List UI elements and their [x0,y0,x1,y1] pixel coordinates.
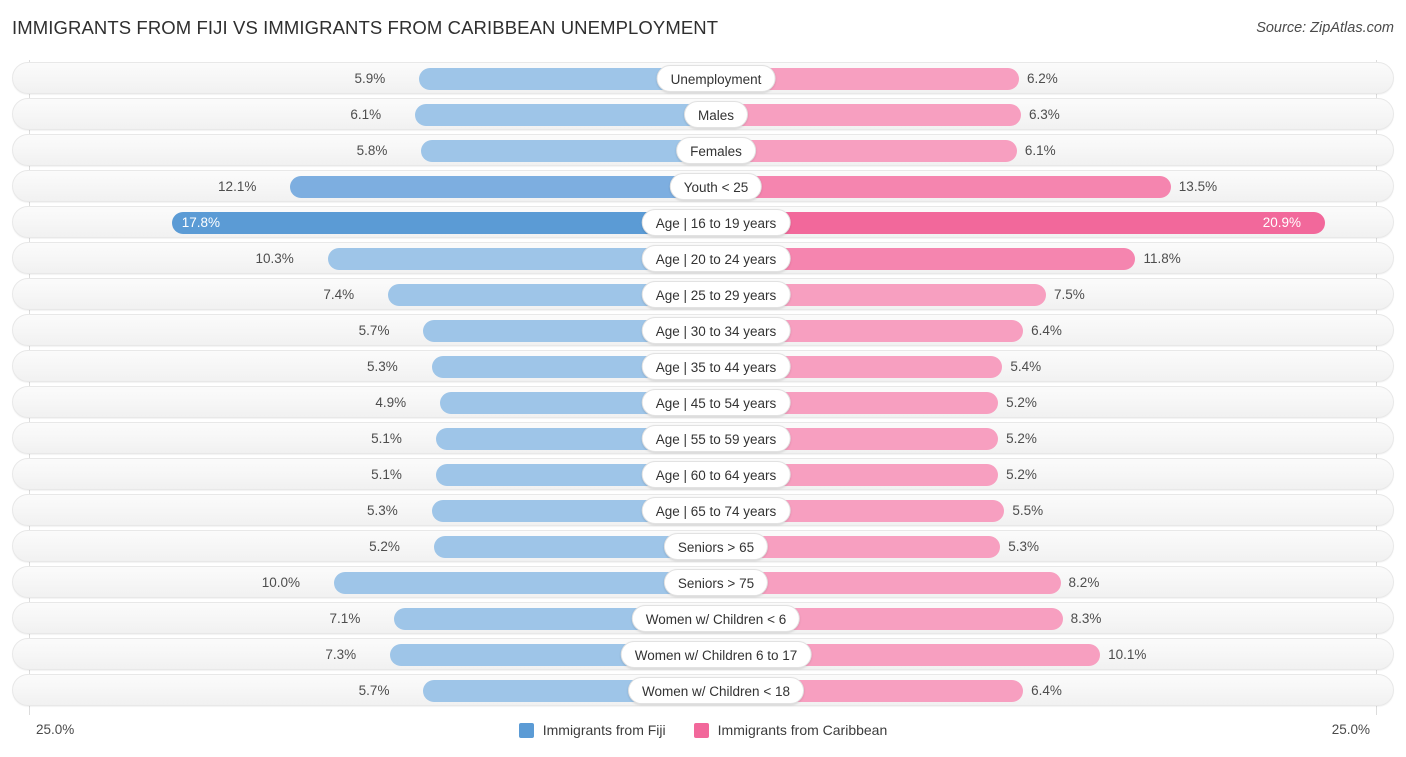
value-label-right: 11.8% [1143,251,1181,266]
value-label-left: 17.8% [181,215,221,230]
category-label-pill: Age | 55 to 59 years [641,425,791,452]
category-label-pill: Age | 65 to 74 years [641,497,791,524]
legend-label: Immigrants from Fiji [542,722,666,738]
category-label-pill: Age | 60 to 64 years [641,461,791,488]
value-label-right: 5.2% [1006,395,1037,410]
value-label-right: 5.2% [1006,431,1037,446]
bar-right-caribbean [728,572,1061,594]
bar-right-caribbean [728,176,1171,198]
bar-left-fiji [334,572,704,594]
source-attribution: Source: ZipAtlas.com [1256,20,1394,36]
category-label-pill: Age | 20 to 24 years [641,245,791,272]
value-label-left: 5.7% [358,683,390,698]
table-row: 7.4% 7.5% Age | 25 to 29 years [12,278,1394,310]
category-label-pill: Women w/ Children 6 to 17 [620,641,812,668]
table-row: 5.2% 5.3% Seniors > 65 [12,530,1394,562]
category-label-pill: Age | 16 to 19 years [641,209,791,236]
legend-label: Immigrants from Caribbean [717,722,888,738]
diverging-bar-chart: 5.9% 6.2% Unemployment 6.1% 6.3% Males 5.8% 6.1… [0,56,1406,716]
value-label-right: 10.1% [1108,647,1147,662]
value-label-left: 12.1% [218,179,257,194]
page-title: IMMIGRANTS FROM FIJI VS IMMIGRANTS FROM … [12,17,719,38]
table-row: 10.3% 11.8% Age | 20 to 24 years [12,242,1394,274]
legend-item[interactable]: Immigrants from Fiji [518,722,666,738]
table-row: 5.7% 6.4% Women w/ Children < 18 [12,674,1394,706]
table-row: 7.1% 8.3% Women w/ Children < 6 [12,602,1394,634]
table-row: 5.3% 5.4% Age | 35 to 44 years [12,350,1394,382]
table-row: 6.1% 6.3% Males [12,98,1394,130]
category-label-pill: Seniors > 65 [663,533,769,560]
table-row: 5.1% 5.2% Age | 55 to 59 years [12,422,1394,454]
category-label-pill: Seniors > 75 [663,569,769,596]
category-label-pill: Women w/ Children < 18 [628,677,804,704]
category-label-pill: Males [683,101,749,128]
category-label-pill: Females [676,137,756,164]
value-label-right: 7.5% [1054,287,1085,302]
value-label-left: 5.2% [369,539,400,554]
bar-right-caribbean [728,104,1022,126]
value-label-left: 6.1% [350,107,382,122]
value-label-left: 5.7% [358,323,390,338]
value-label-left: 4.9% [375,395,407,410]
table-row: 5.8% 6.1% Females [12,134,1394,166]
value-label-right: 5.3% [1008,539,1040,554]
value-label-left: 5.1% [371,431,402,446]
value-label-left: 5.1% [371,467,402,482]
value-label-right: 5.5% [1012,503,1044,518]
table-row: 5.3% 5.5% Age | 65 to 74 years [12,494,1394,526]
legend-swatch-icon [693,722,709,738]
value-label-left: 7.1% [329,611,361,626]
legend-swatch-icon [518,722,534,738]
value-label-right: 5.4% [1010,359,1042,374]
value-label-left: 5.8% [356,143,388,158]
value-label-left: 10.0% [261,575,300,590]
value-label-right: 8.2% [1068,575,1100,590]
table-row: 7.3% 10.1% Women w/ Children 6 to 17 [12,638,1394,670]
chart-header: IMMIGRANTS FROM FIJI VS IMMIGRANTS FROM … [0,0,1406,52]
table-row: 10.0% 8.2% Seniors > 75 [12,566,1394,598]
value-label-right: 20.9% [1262,215,1301,230]
table-row: 5.9% 6.2% Unemployment [12,62,1394,94]
value-label-left: 5.3% [366,503,398,518]
category-label-pill: Age | 25 to 29 years [641,281,791,308]
bar-left-fiji [171,212,704,234]
value-label-right: 6.4% [1031,323,1062,338]
value-label-left: 5.9% [354,71,386,86]
bar-right-caribbean [728,140,1017,162]
bar-left-fiji [421,140,704,162]
value-label-left: 7.4% [323,287,355,302]
value-label-right: 5.2% [1006,467,1037,482]
value-label-left: 10.3% [255,251,294,266]
legend-item[interactable]: Immigrants from Caribbean [693,722,888,738]
value-label-right: 6.3% [1029,107,1060,122]
bar-left-fiji [290,176,704,198]
table-row: 17.8% 20.9% Age | 16 to 19 years [12,206,1394,238]
category-label-pill: Age | 30 to 34 years [641,317,791,344]
table-row: 5.1% 5.2% Age | 60 to 64 years [12,458,1394,490]
value-label-right: 6.4% [1031,683,1062,698]
value-label-left: 7.3% [325,647,357,662]
category-label-pill: Women w/ Children < 6 [631,605,801,632]
value-label-right: 6.2% [1026,71,1058,86]
value-label-right: 8.3% [1070,611,1102,626]
bar-left-fiji [415,104,704,126]
bar-right-caribbean [728,536,1001,558]
category-label-pill: Age | 35 to 44 years [641,353,791,380]
value-label-right: 6.1% [1024,143,1056,158]
table-row: 5.7% 6.4% Age | 30 to 34 years [12,314,1394,346]
value-label-left: 5.3% [366,359,398,374]
table-row: 4.9% 5.2% Age | 45 to 54 years [12,386,1394,418]
table-row: 12.1% 13.5% Youth < 25 [12,170,1394,202]
bar-right-caribbean [728,212,1325,234]
category-label-pill: Unemployment [656,65,776,92]
value-label-right: 13.5% [1178,179,1218,194]
chart-legend: Immigrants from Fiji Immigrants from Cari… [0,722,1406,738]
category-label-pill: Youth < 25 [669,173,763,200]
category-label-pill: Age | 45 to 54 years [641,389,791,416]
